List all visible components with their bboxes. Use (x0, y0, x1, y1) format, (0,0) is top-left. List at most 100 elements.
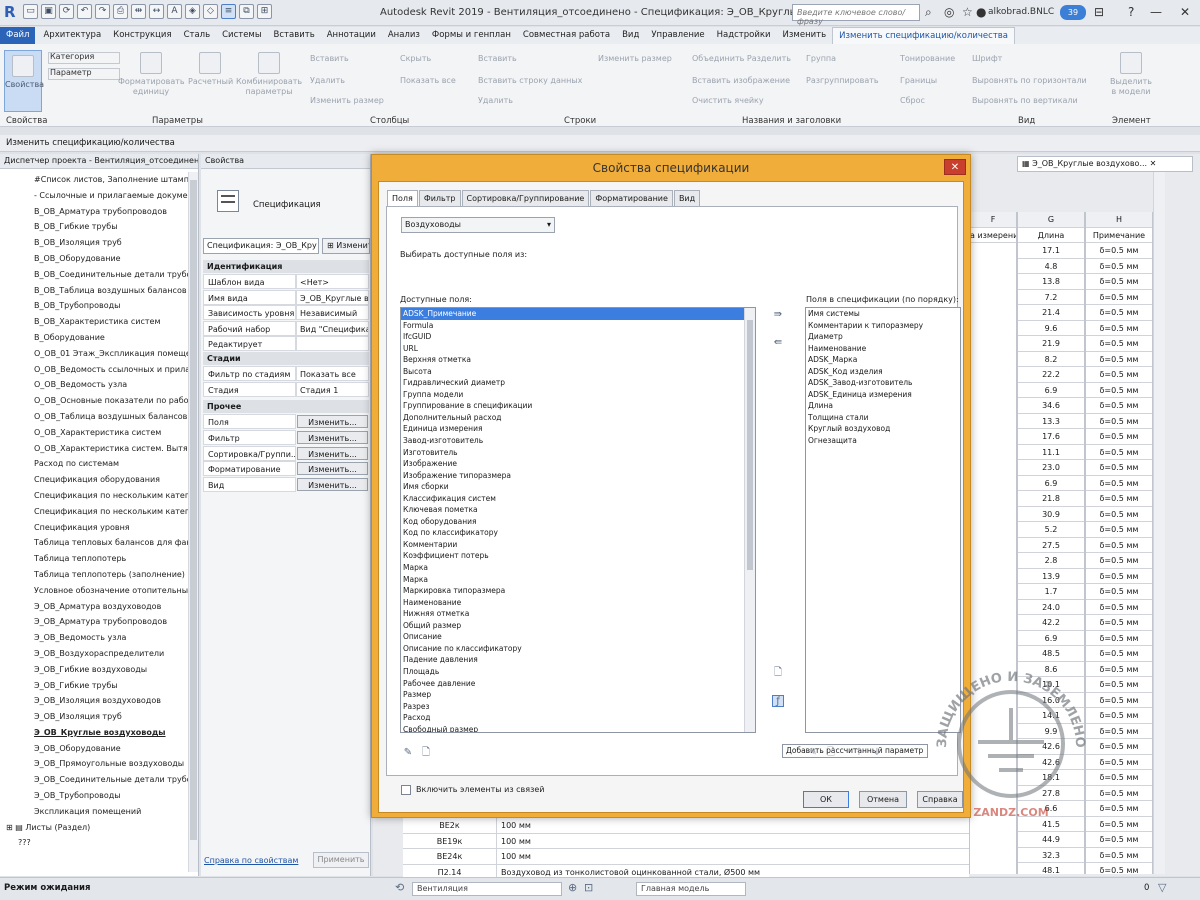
cancel-button[interactable]: Отмена (859, 791, 907, 808)
scheduled-field-item[interactable]: Огнезащита (806, 435, 960, 447)
tree-item[interactable]: Э_ОВ_Арматура трубопроводов (0, 614, 188, 630)
scheduled-field-item[interactable]: Круглый воздуховод (806, 423, 960, 435)
available-field-item[interactable]: Гидравлический диаметр (401, 377, 755, 389)
group-button[interactable]: Группа (806, 54, 836, 63)
available-field-item[interactable]: Падение давления (401, 654, 755, 666)
align-horizontal-button[interactable]: Выровнять по горизонтали (972, 76, 1087, 85)
length-cell[interactable]: 4.8 (1018, 259, 1084, 274)
note-cell[interactable]: δ=0.5 мм (1086, 600, 1152, 615)
available-field-item[interactable]: Марка (401, 562, 755, 574)
workset-select[interactable]: Вентиляция (412, 882, 562, 896)
tree-item[interactable]: Таблица теплопотерь (0, 551, 188, 567)
edit-property-button[interactable]: Изменить... (297, 462, 368, 476)
available-fields-scrollbar[interactable] (744, 308, 755, 732)
revit-logo-icon[interactable]: R (4, 4, 20, 21)
user-name[interactable]: alkobrad.BNLC (988, 7, 1054, 17)
available-field-item[interactable]: Наименование (401, 597, 755, 609)
length-cell[interactable]: 7.2 (1018, 290, 1084, 305)
tree-item[interactable]: О_ОВ_Характеристика систем. Вытяжн (0, 441, 188, 457)
notification-badge[interactable]: 39 (1060, 5, 1086, 20)
note-cell[interactable]: δ=0.5 мм (1086, 274, 1152, 290)
reset-button[interactable]: Сброс (900, 96, 925, 105)
note-cell[interactable]: δ=0.5 мм (1086, 615, 1152, 631)
property-value[interactable]: Показать все (296, 366, 369, 381)
switch-windows-icon[interactable]: ⊞ (257, 4, 272, 19)
scrollbar-thumb[interactable] (190, 180, 197, 840)
apply-button[interactable]: Применить (313, 852, 369, 868)
length-cell[interactable]: 21.8 (1018, 491, 1084, 507)
binoculars-icon[interactable]: ⌕ (925, 5, 932, 20)
remove-field-icon[interactable]: ⇚ (772, 337, 784, 349)
length-cell[interactable]: 34.6 (1018, 398, 1084, 414)
edit-parameter-icon[interactable]: ✎ (402, 747, 414, 759)
save-icon[interactable]: ▣ (41, 4, 56, 19)
available-field-item[interactable]: Верхняя отметка (401, 354, 755, 366)
tree-item[interactable]: В_ОВ_Гибкие трубы (0, 219, 188, 235)
dialog-close-button[interactable]: ✕ (944, 159, 966, 175)
thin-lines-icon[interactable]: ≡ (221, 4, 236, 19)
add-calculated-parameter-icon[interactable]: ƒ (772, 695, 784, 707)
ribbon-tab[interactable]: Надстройки (711, 27, 777, 44)
instance-selector[interactable]: Спецификация: Э_ОВ_Кру ▾ (203, 238, 319, 254)
available-field-item[interactable]: Маркировка типоразмера (401, 585, 755, 597)
tree-item[interactable]: В_ОВ_Характеристика систем (0, 314, 188, 330)
tree-item[interactable]: Э_ОВ_Арматура воздуховодов (0, 599, 188, 615)
new-parameter-icon[interactable]: 🗋 (772, 667, 784, 679)
insert-data-row-button[interactable]: Вставить строку данных (478, 76, 582, 85)
close-hidden-icon[interactable]: ⧉ (239, 4, 254, 19)
available-field-item[interactable]: Разрез (401, 701, 755, 713)
dimension-icon[interactable]: ↔ (149, 4, 164, 19)
tree-item[interactable]: О_ОВ_Характеристика систем (0, 425, 188, 441)
select-from-combo[interactable]: Воздуховоды ▾ (401, 217, 555, 233)
length-cell[interactable]: 32.3 (1018, 848, 1084, 863)
available-field-item[interactable]: Описание по классификатору (401, 643, 755, 655)
tree-item[interactable]: Экспликация помещений (0, 804, 188, 820)
tree-item[interactable]: Э_ОВ_Оборудование (0, 741, 188, 757)
tree-item[interactable]: Э_ОВ_Соединительные детали трубопр (0, 772, 188, 788)
editable-only-icon[interactable]: ⊕ (568, 881, 577, 894)
move-up-icon[interactable]: ↑ (853, 747, 865, 759)
note-cell[interactable]: δ=0.5 мм (1086, 848, 1152, 863)
text-icon[interactable]: A (167, 4, 182, 19)
schedule-scrollbar[interactable] (1153, 172, 1165, 874)
format-unit-button[interactable]: Форматировать единицу (118, 52, 185, 97)
tree-item[interactable]: О_ОВ_01 Этаж_Экспликация помещен (0, 346, 188, 362)
ribbon-tab[interactable]: Аннотации (321, 27, 382, 44)
tree-item[interactable]: В_ОВ_Соединительные детали трубопр (0, 267, 188, 283)
tree-item[interactable]: Таблица теплопотерь (заполнение) (0, 567, 188, 583)
tree-item[interactable]: В_ОВ_Таблица воздушных балансов (0, 283, 188, 299)
note-cell[interactable]: δ=0.5 мм (1086, 476, 1152, 491)
tree-item[interactable]: О_ОВ_Основные показатели по рабоч (0, 393, 188, 409)
resize-row-button[interactable]: Изменить размер (598, 54, 672, 63)
combine-params-button[interactable]: Комбинировать параметры (236, 52, 302, 97)
tree-item[interactable]: Э_ОВ_Изоляция воздуховодов (0, 693, 188, 709)
available-field-item[interactable]: Коэффициент потерь (401, 550, 755, 562)
available-field-item[interactable]: Изготовитель (401, 447, 755, 459)
note-cell[interactable]: δ=0.5 мм (1086, 290, 1152, 305)
available-field-item[interactable]: Код оборудования (401, 516, 755, 528)
project-browser-scrollbar[interactable] (188, 172, 198, 872)
properties-help-link[interactable]: Справка по свойствам (204, 856, 298, 865)
scheduled-field-item[interactable]: Диаметр (806, 331, 960, 343)
available-field-item[interactable]: URL (401, 343, 755, 355)
note-cell[interactable]: δ=0.5 мм (1086, 832, 1152, 848)
available-field-item[interactable]: IfcGUID (401, 331, 755, 343)
design-option-select[interactable]: Главная модель (636, 882, 746, 896)
parameter-select[interactable] (48, 68, 120, 80)
table-row[interactable]: ВЕ24к 100 мм (403, 849, 969, 865)
available-field-item[interactable]: Единица измерения (401, 423, 755, 435)
tree-item[interactable]: Э_ОВ_Гибкие трубы (0, 678, 188, 694)
note-cell[interactable]: δ=0.5 мм (1086, 429, 1152, 445)
length-cell[interactable]: 44.9 (1018, 832, 1084, 848)
measure-icon[interactable]: ⇹ (131, 4, 146, 19)
font-button[interactable]: Шрифт (972, 54, 1002, 63)
tree-item[interactable]: Э_ОВ_Ведомость узла (0, 630, 188, 646)
tree-item[interactable]: Таблица тепловых балансов для фанко (0, 535, 188, 551)
length-cell[interactable]: 17.1 (1018, 243, 1084, 259)
calculated-button[interactable]: Расчетный (188, 52, 233, 87)
user-icon[interactable]: ● (976, 5, 986, 19)
delete-parameter-icon[interactable]: 🗋 (420, 747, 432, 759)
tree-item[interactable]: - Ссылочные и прилагаемые документ (0, 188, 188, 204)
scrollbar-thumb[interactable] (747, 320, 753, 570)
tree-item[interactable]: #Список листов, Заполнение штампа (0, 172, 188, 188)
